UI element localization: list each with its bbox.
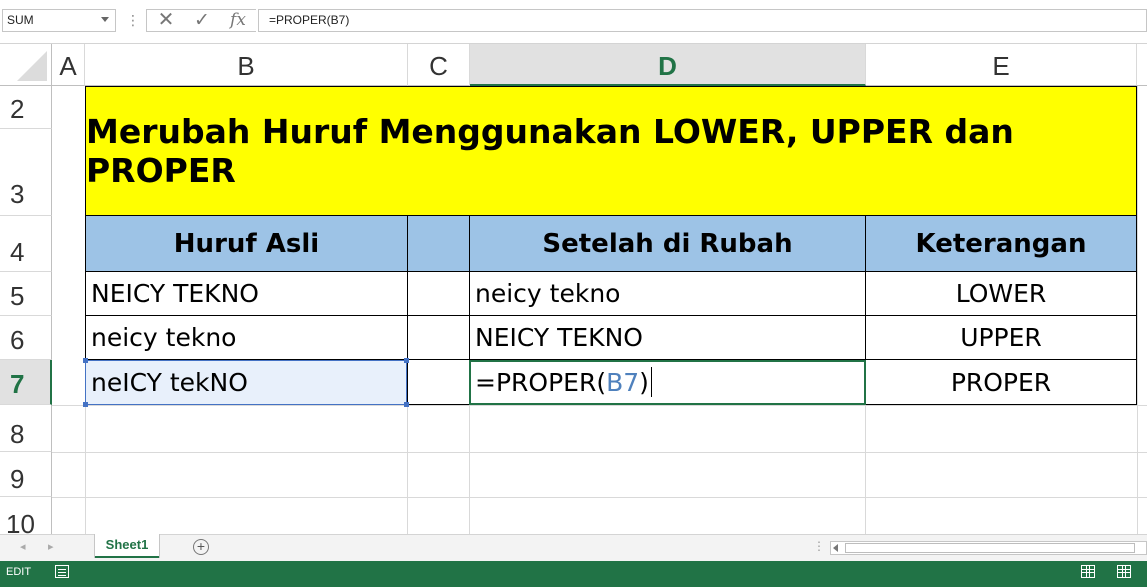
cell-c5[interactable] — [407, 271, 470, 316]
header-cell-blank[interactable] — [407, 215, 470, 272]
chevron-down-icon[interactable] — [101, 17, 109, 22]
formula-input[interactable]: =PROPER(B7) — [258, 9, 1147, 32]
more-vertical-icon: ⋮ — [126, 12, 140, 28]
row-header-6[interactable]: 6 — [0, 316, 52, 360]
cell-e7[interactable]: PROPER — [865, 359, 1137, 405]
text-caret — [650, 367, 652, 397]
column-header-c[interactable]: C — [408, 44, 470, 86]
tab-next-icon[interactable]: ▸ — [48, 540, 54, 553]
scroll-left-icon[interactable] — [833, 544, 838, 552]
formula-buttons: ✕ ✓ fx — [146, 9, 256, 32]
row-header-10[interactable]: 10 — [0, 497, 52, 534]
cancel-icon[interactable]: ✕ — [151, 10, 181, 31]
tab-prev-icon[interactable]: ◂ — [20, 540, 26, 553]
formula-prefix: =PROPER( — [475, 367, 607, 397]
row-header-4[interactable]: 4 — [0, 216, 52, 272]
column-header-b[interactable]: B — [85, 44, 408, 86]
name-box[interactable]: SUM — [2, 9, 116, 32]
row-header-2[interactable]: 2 — [0, 86, 52, 129]
column-header-e[interactable]: E — [866, 44, 1137, 86]
cell-c6[interactable] — [407, 315, 470, 360]
column-header-f[interactable] — [1137, 44, 1147, 86]
scroll-thumb[interactable] — [845, 543, 1135, 553]
cell-d6[interactable]: NEICY TEKNO — [469, 315, 866, 360]
cell-b7[interactable]: neICY tekNO — [85, 359, 408, 405]
row-header-7[interactable]: 7 — [0, 360, 52, 405]
row-header-9[interactable]: 9 — [0, 452, 52, 497]
header-cell-result[interactable]: Setelah di Rubah — [469, 215, 866, 272]
add-sheet-icon[interactable]: + — [193, 539, 209, 555]
formula-suffix: ) — [639, 367, 649, 397]
row-header-5[interactable]: 5 — [0, 272, 52, 316]
cell-d7-editing[interactable]: =PROPER(B7) — [469, 359, 866, 405]
sheet-tab-sheet1[interactable]: Sheet1 — [95, 534, 159, 558]
cell-b6[interactable]: neicy tekno — [85, 315, 408, 360]
formula-reference: B7 — [606, 367, 640, 397]
cell-e5[interactable]: LOWER — [865, 271, 1137, 316]
cell-d5[interactable]: neicy tekno — [469, 271, 866, 316]
cell-b5[interactable]: NEICY TEKNO — [85, 271, 408, 316]
row-header-3[interactable]: 3 — [0, 129, 52, 216]
page-layout-icon[interactable] — [1117, 565, 1131, 578]
name-box-value: SUM — [7, 13, 34, 27]
header-cell-note[interactable]: Keterangan — [865, 215, 1137, 272]
normal-view-icon[interactable] — [1081, 565, 1095, 578]
spreadsheet-grid: A B C D E 2 3 4 5 6 7 8 9 10 Merubah Hur… — [0, 44, 1147, 534]
insert-function-icon[interactable]: fx — [223, 10, 253, 31]
status-bar: EDIT — [0, 561, 1147, 587]
title-cell[interactable]: Merubah Huruf Menggunakan LOWER, UPPER d… — [85, 86, 1137, 216]
more-vertical-icon: ⋮ — [813, 539, 825, 553]
header-cell-original[interactable]: Huruf Asli — [85, 215, 408, 272]
column-header-a[interactable]: A — [52, 44, 85, 86]
cell-e6[interactable]: UPPER — [865, 315, 1137, 360]
select-all-button[interactable] — [0, 44, 52, 86]
column-header-d[interactable]: D — [470, 44, 866, 86]
status-mode: EDIT — [6, 566, 32, 578]
sheet-tabs-bar: ◂ ▸ Sheet1 + ⋮ — [0, 534, 1147, 561]
formula-bar: SUM ⋮ ✕ ✓ fx =PROPER(B7) — [0, 0, 1147, 44]
row-header-8[interactable]: 8 — [0, 405, 52, 452]
macro-record-icon[interactable] — [55, 565, 69, 578]
cell-c7[interactable] — [407, 359, 470, 405]
check-icon[interactable]: ✓ — [187, 10, 217, 31]
horizontal-scrollbar[interactable] — [830, 541, 1147, 555]
